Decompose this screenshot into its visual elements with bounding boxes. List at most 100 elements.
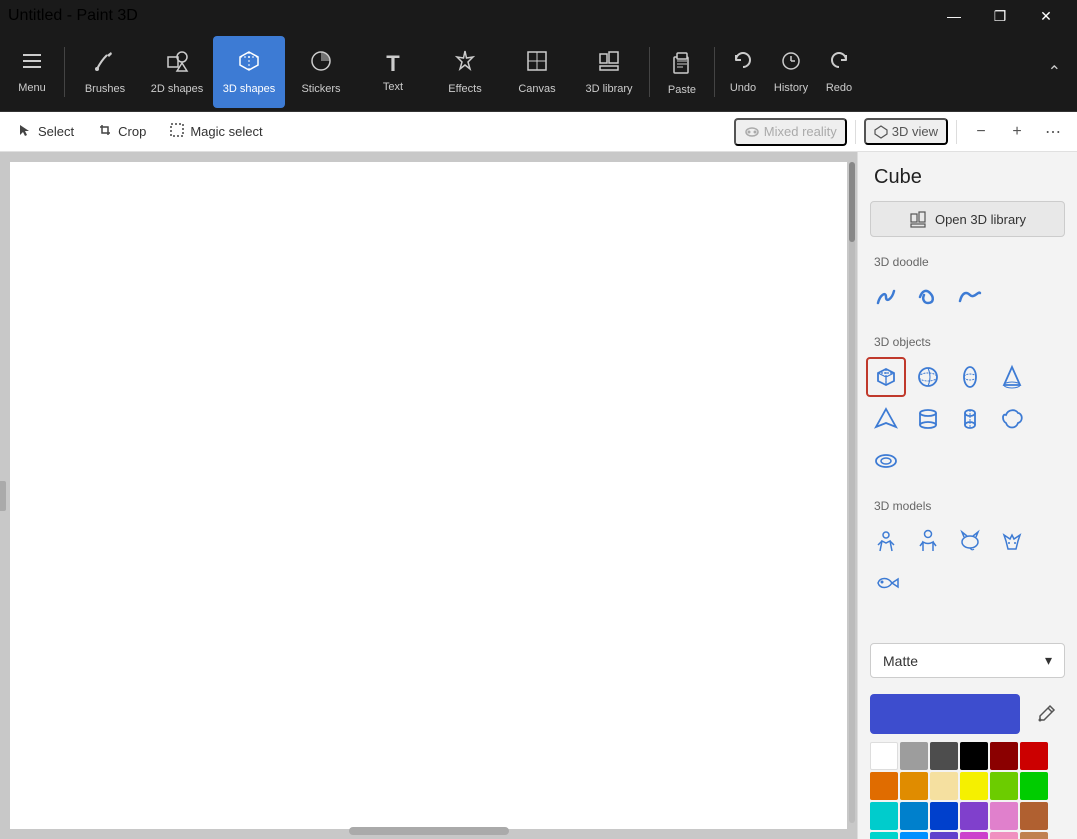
text-icon: T: [386, 51, 399, 77]
vertical-scrollbar[interactable]: [849, 162, 855, 823]
cat-button[interactable]: [950, 521, 990, 561]
active-color-row: [870, 694, 1065, 734]
stickers-label: Stickers: [301, 83, 340, 95]
canvas-label: Canvas: [518, 83, 555, 95]
select-label: Select: [38, 124, 74, 139]
fox-button[interactable]: [992, 521, 1032, 561]
color-swatch-brown[interactable]: [1020, 802, 1048, 830]
3d-view-button[interactable]: 3D view: [864, 118, 948, 145]
cylinder-button[interactable]: [908, 399, 948, 439]
color-swatch-tan[interactable]: [1020, 832, 1048, 839]
drawing-canvas[interactable]: [10, 162, 847, 829]
color-swatch-lgray[interactable]: [900, 742, 928, 770]
collapse-toolbar-button[interactable]: ⌃: [1044, 58, 1065, 86]
color-swatch-green[interactable]: [1020, 772, 1048, 800]
person2-button[interactable]: [908, 521, 948, 561]
capsule-button[interactable]: [950, 399, 990, 439]
crop-label: Crop: [118, 124, 146, 139]
redo-label: Redo: [826, 82, 852, 94]
redo-button[interactable]: Redo: [815, 36, 863, 108]
canvas-area[interactable]: [0, 152, 857, 839]
text-label: Text: [383, 81, 403, 93]
view-controls: Mixed reality 3D view − + ⋯: [734, 116, 1069, 148]
material-section: Matte ▾: [858, 635, 1077, 686]
color-swatch-mpurple[interactable]: [930, 832, 958, 839]
select-button[interactable]: Select: [8, 119, 84, 144]
crop-icon: [98, 123, 112, 140]
color-swatch-pink[interactable]: [990, 802, 1018, 830]
brushes-button[interactable]: Brushes: [69, 36, 141, 108]
open-3d-library-label: Open 3D library: [935, 212, 1026, 227]
maximize-button[interactable]: ❐: [977, 0, 1023, 32]
material-dropdown[interactable]: Matte ▾: [870, 643, 1065, 678]
color-swatch-black[interactable]: [960, 742, 988, 770]
secondary-toolbar: Select Crop Magic select Mixed reality: [0, 112, 1077, 152]
color-swatch-darkred[interactable]: [990, 742, 1018, 770]
canvas-button[interactable]: Canvas: [501, 36, 573, 108]
fish-button[interactable]: [866, 563, 906, 603]
color-swatch-purple[interactable]: [960, 802, 988, 830]
torus-button[interactable]: [866, 441, 906, 481]
color-swatch-white[interactable]: [870, 742, 898, 770]
mixed-reality-button[interactable]: Mixed reality: [734, 118, 847, 146]
open-3d-library-button[interactable]: Open 3D library: [870, 201, 1065, 237]
3d-shapes-button[interactable]: 3D shapes: [213, 36, 285, 108]
menu-icon: [21, 50, 43, 78]
zoom-out-button[interactable]: −: [965, 116, 997, 148]
color-swatch-red[interactable]: [1020, 742, 1048, 770]
eyedropper-button[interactable]: [1028, 696, 1064, 732]
color-swatch-tcyan[interactable]: [870, 832, 898, 839]
color-swatch-dblue[interactable]: [930, 802, 958, 830]
effects-button[interactable]: Effects: [429, 36, 501, 108]
magic-select-button[interactable]: Magic select: [160, 119, 272, 144]
zoom-in-button[interactable]: +: [1001, 116, 1033, 148]
horizontal-scrollbar[interactable]: [349, 827, 509, 835]
color-swatch-orange[interactable]: [870, 772, 898, 800]
2d-shapes-button[interactable]: 2D shapes: [141, 36, 213, 108]
sphere-button[interactable]: [908, 357, 948, 397]
color-swatch-lgreen[interactable]: [990, 772, 1018, 800]
color-swatch-cream[interactable]: [930, 772, 958, 800]
brushes-icon: [93, 49, 117, 79]
3d-library-button[interactable]: 3D library: [573, 36, 645, 108]
color-swatch-dgray[interactable]: [930, 742, 958, 770]
history-button[interactable]: History: [767, 36, 815, 108]
cone-button[interactable]: [992, 357, 1032, 397]
cube-button[interactable]: [866, 357, 906, 397]
active-color-swatch[interactable]: [870, 694, 1020, 734]
color-swatch-lpink[interactable]: [990, 832, 1018, 839]
text-button[interactable]: T Text: [357, 36, 429, 108]
left-scroll-indicator: [0, 481, 6, 511]
doodle-shape-button[interactable]: [908, 277, 948, 317]
3d-objects-grid: [858, 357, 1077, 493]
menu-button[interactable]: Menu: [4, 36, 60, 108]
color-swatch-yellow[interactable]: [960, 772, 988, 800]
blob-button[interactable]: [992, 399, 1032, 439]
right-panel: Cube Open 3D library 3D doodle: [857, 152, 1077, 839]
more-options-button[interactable]: ⋯: [1037, 116, 1069, 148]
3d-shapes-label: 3D shapes: [223, 83, 276, 95]
paste-label: Paste: [668, 84, 696, 96]
color-swatch-magenta[interactable]: [960, 832, 988, 839]
color-swatch-cyan[interactable]: [870, 802, 898, 830]
vertical-scrollbar-thumb[interactable]: [849, 162, 855, 242]
undo-button[interactable]: Undo: [719, 36, 767, 108]
stickers-icon: [309, 49, 333, 79]
stickers-button[interactable]: Stickers: [285, 36, 357, 108]
doodle-squiggle-button[interactable]: [866, 277, 906, 317]
titlebar-controls: — ❐ ✕: [931, 0, 1069, 32]
canvas-icon: [525, 49, 549, 79]
color-swatch-amber[interactable]: [900, 772, 928, 800]
ovoid-button[interactable]: [950, 357, 990, 397]
redo-icon: [828, 50, 850, 78]
color-swatch-lblue[interactable]: [900, 832, 928, 839]
menu-label: Menu: [18, 82, 46, 94]
crop-button[interactable]: Crop: [88, 119, 156, 144]
person1-button[interactable]: [866, 521, 906, 561]
close-button[interactable]: ✕: [1023, 0, 1069, 32]
paste-button[interactable]: Paste: [654, 36, 710, 108]
pyramid-button[interactable]: [866, 399, 906, 439]
minimize-button[interactable]: —: [931, 0, 977, 32]
color-swatch-blue[interactable]: [900, 802, 928, 830]
doodle-wave-button[interactable]: [950, 277, 990, 317]
